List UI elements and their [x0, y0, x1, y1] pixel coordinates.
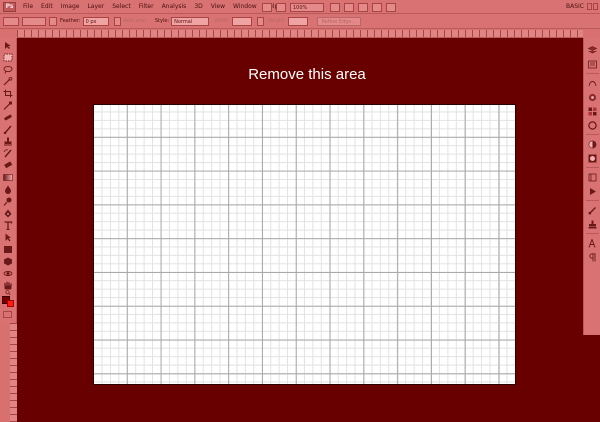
dock-background — [583, 335, 600, 422]
width-input[interactable] — [232, 16, 253, 26]
menu-view[interactable]: View — [207, 0, 229, 14]
lasso-tool-icon[interactable] — [3, 65, 13, 74]
adjustments-panel-icon[interactable] — [588, 140, 597, 149]
minimize-icon[interactable] — [587, 3, 592, 10]
pen-tool-icon[interactable] — [3, 209, 13, 218]
anti-alias-label: Anti-alias — [123, 18, 147, 24]
height-label: Height: — [267, 18, 286, 24]
history-brush-tool-icon[interactable] — [3, 149, 13, 158]
blur-tool-icon[interactable] — [3, 185, 13, 194]
arrange-documents-icon[interactable] — [372, 2, 382, 12]
channels-panel-icon[interactable] — [588, 60, 597, 69]
menu-window[interactable]: Window — [229, 0, 261, 14]
3d-orbit-tool-icon[interactable] — [3, 269, 13, 278]
menu-analysis[interactable]: Analysis — [158, 0, 191, 14]
color-panel-icon[interactable] — [588, 93, 597, 102]
dock-divider — [586, 134, 599, 135]
launch-bridge-icon[interactable] — [262, 2, 272, 12]
styles-panel-icon[interactable] — [588, 121, 597, 130]
menu-image[interactable]: Image — [57, 0, 84, 14]
tools-panel — [0, 38, 17, 323]
actions-panel-icon[interactable] — [588, 187, 597, 196]
shape-tool-icon[interactable] — [3, 245, 13, 254]
photoshop-logo: Ps — [3, 2, 16, 12]
dock-divider — [586, 73, 599, 74]
dock-divider — [586, 200, 599, 201]
brush-tool-icon[interactable] — [3, 125, 13, 134]
eraser-tool-icon[interactable] — [3, 161, 13, 170]
main-menu: File Edit Image Layer Select Filter Anal… — [19, 0, 282, 14]
workspace-switcher[interactable]: BASIC — [566, 0, 584, 14]
feather-label: Feather: — [60, 18, 81, 24]
close-icon[interactable] — [593, 3, 598, 10]
view-extras-icon[interactable] — [276, 2, 286, 12]
menu-select[interactable]: Select — [108, 0, 135, 14]
character-panel-icon[interactable] — [588, 239, 597, 248]
window-controls — [586, 3, 598, 10]
style-select[interactable]: Normal — [171, 16, 210, 26]
swap-dimensions-icon[interactable] — [257, 16, 265, 26]
zoom-tool-icon[interactable] — [3, 290, 13, 295]
swatches-panel-icon[interactable] — [588, 107, 597, 116]
remove-area-annotation: Remove this area — [248, 66, 366, 83]
background-color-swatch[interactable] — [7, 300, 14, 307]
width-label: Width: — [214, 18, 231, 24]
quick-mask-icon[interactable] — [3, 311, 12, 318]
3d-rotate-tool-icon[interactable] — [3, 257, 13, 266]
screen-mode-icon[interactable] — [386, 2, 396, 12]
dock-divider — [586, 167, 599, 168]
style-label: Style: — [154, 18, 170, 24]
menu-filter[interactable]: Filter — [135, 0, 158, 14]
options-bar: Feather: 0 px Anti-alias Style: Normal W… — [0, 14, 600, 29]
paragraph-panel-icon[interactable] — [588, 253, 597, 262]
zoom-level-field[interactable]: 100% — [290, 2, 324, 12]
marquee-tool-icon[interactable] — [3, 53, 13, 62]
dock-divider — [586, 233, 599, 234]
menu-layer[interactable]: Layer — [83, 0, 108, 14]
menu-edit[interactable]: Edit — [37, 0, 57, 14]
path-selection-tool-icon[interactable] — [3, 233, 13, 242]
selection-intersect-icon[interactable] — [49, 16, 57, 26]
height-input[interactable] — [287, 16, 308, 26]
masks-panel-icon[interactable] — [588, 154, 597, 163]
menu-3d[interactable]: 3D — [190, 0, 206, 14]
move-tool-icon[interactable] — [3, 41, 13, 50]
layers-panel-icon[interactable] — [588, 46, 597, 55]
crop-tool-icon[interactable] — [3, 89, 13, 98]
horizontal-ruler[interactable] — [17, 30, 583, 38]
healing-brush-tool-icon[interactable] — [3, 113, 13, 122]
anti-alias-checkbox[interactable] — [113, 16, 121, 26]
gradient-tool-icon[interactable] — [3, 173, 13, 182]
document-canvas-grid[interactable] — [93, 104, 516, 385]
feather-input[interactable]: 0 px — [82, 16, 109, 26]
menu-file[interactable]: File — [19, 0, 37, 14]
refine-edge-button[interactable]: Refine Edge... — [316, 16, 362, 26]
menu-bar: Ps File Edit Image Layer Select Filter A… — [0, 0, 600, 14]
selection-mode-buttons[interactable] — [22, 16, 46, 26]
hand-tool-icon[interactable] — [3, 281, 13, 290]
clone-source-panel-icon[interactable] — [588, 220, 597, 229]
panel-dock — [583, 38, 600, 335]
quick-selection-tool-icon[interactable] — [3, 77, 13, 86]
tool-preset-picker[interactable] — [3, 16, 19, 26]
application-bar-tools: 100% — [262, 2, 400, 12]
history-panel-icon[interactable] — [588, 173, 597, 182]
paths-panel-icon[interactable] — [588, 79, 597, 88]
type-tool-icon[interactable] — [3, 221, 13, 230]
dodge-tool-icon[interactable] — [3, 197, 13, 206]
brushes-panel-icon[interactable] — [588, 206, 597, 215]
clone-stamp-tool-icon[interactable] — [3, 137, 13, 146]
document-window: Remove this area — [17, 38, 583, 422]
hand-icon[interactable] — [330, 2, 340, 12]
eyedropper-tool-icon[interactable] — [3, 101, 13, 110]
zoom-icon[interactable] — [344, 2, 354, 12]
rotate-view-icon[interactable] — [358, 2, 368, 12]
